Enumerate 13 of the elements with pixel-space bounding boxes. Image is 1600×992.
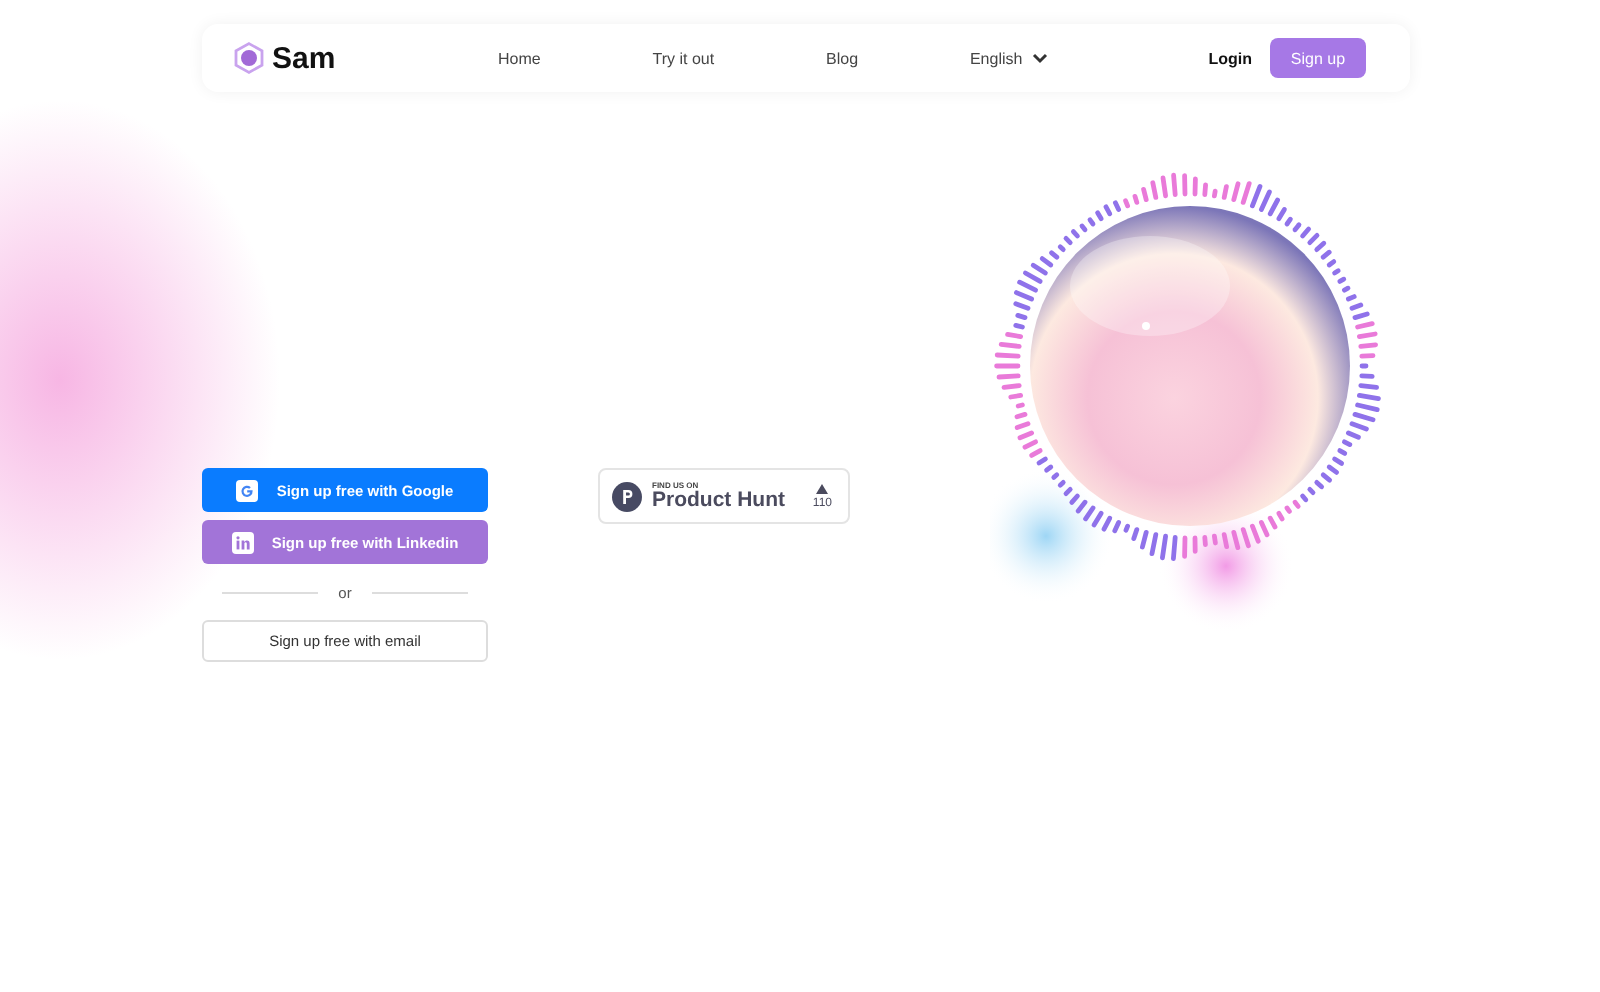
chevron-down-icon [1032, 52, 1049, 64]
nav-link[interactable]: Home [498, 49, 541, 67]
language-dropdown[interactable]: English [969, 49, 1049, 67]
badge-title: Product Hunt [652, 490, 787, 512]
login-link[interactable]: Login [1208, 49, 1252, 67]
linkedin-icon [231, 531, 254, 553]
logo-text: Sam [272, 41, 336, 75]
hexagon-logo-icon [234, 42, 264, 74]
product-hunt-logo-icon [612, 481, 642, 511]
nav-link[interactable]: Blog [826, 49, 859, 67]
nav-link[interactable]: Try it out [652, 49, 715, 67]
google-icon [236, 479, 259, 501]
upvote-triangle-icon [816, 483, 829, 493]
